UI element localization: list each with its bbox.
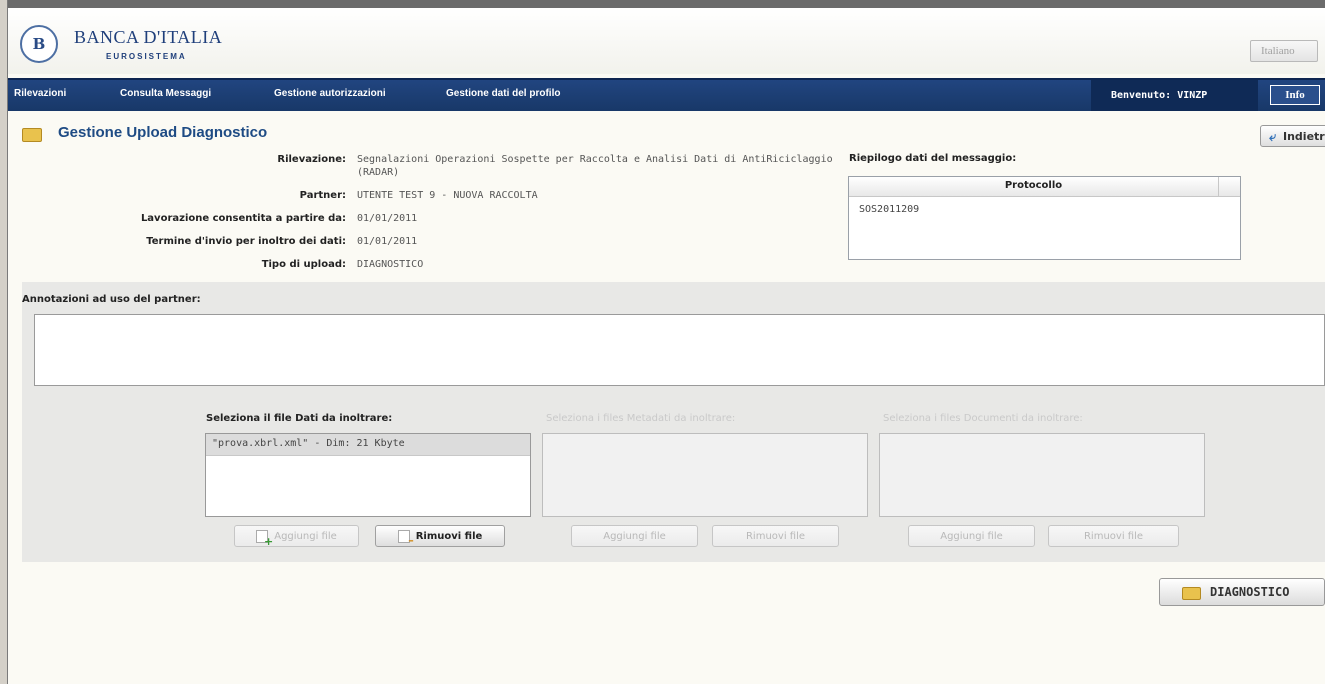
column-separator	[1218, 177, 1219, 196]
dati-add-file-label: Aggiungi file	[274, 530, 337, 542]
termine-label: Termine d'invio per inoltro dei dati:	[146, 236, 346, 247]
tipo-upload-label: Tipo di upload:	[261, 259, 346, 270]
metadati-files-label: Seleziona i files Metadati da inoltrare:	[546, 413, 736, 424]
protocollo-header[interactable]: Protocollo	[849, 177, 1240, 197]
annotazioni-panel: Annotazioni ad uso del partner:	[22, 282, 1325, 395]
dati-file-label: Seleziona il file Dati da inoltrare:	[206, 413, 393, 424]
main-navbar: Rilevazioni Consulta Messaggi Gestione a…	[8, 78, 1325, 111]
window-top-frame	[0, 0, 1325, 8]
bank-name: BANCA D'ITALIA	[74, 27, 223, 47]
dati-file-list[interactable]: "prova.xbrl.xml" - Dim: 21 Kbyte	[205, 433, 531, 517]
lavorazione-label: Lavorazione consentita a partire da:	[140, 213, 346, 224]
dati-file-item[interactable]: "prova.xbrl.xml" - Dim: 21 Kbyte	[206, 434, 530, 456]
tipo-upload-value: DIAGNOSTICO	[357, 259, 424, 270]
dati-remove-file-button[interactable]: Rimuovi file	[375, 525, 505, 547]
page-title: Gestione Upload Diagnostico	[58, 124, 268, 141]
info-button[interactable]: Info	[1270, 85, 1320, 105]
nav-item-gestione-autorizzazioni[interactable]: Gestione autorizzazioni	[274, 88, 386, 99]
rilevazione-value: Segnalazioni Operazioni Sospette per Rac…	[357, 154, 833, 165]
documenti-remove-file-label: Rimuovi file	[1083, 530, 1144, 542]
metadati-file-list	[542, 433, 868, 517]
nav-item-consulta-messaggi[interactable]: Consulta Messaggi	[120, 88, 211, 99]
riepilogo-label: Riepilogo dati del messaggio:	[849, 153, 1017, 164]
documenti-add-file-label: Aggiungi file	[940, 530, 1003, 542]
dati-add-file-button: Aggiungi file	[234, 525, 359, 548]
lavorazione-value: 01/01/2011	[357, 213, 418, 224]
protocollo-column-label: Protocollo	[1004, 180, 1063, 191]
diagnostico-button[interactable]: DIAGNOSTICO	[1159, 578, 1325, 606]
partner-value: UTENTE TEST 9 - NUOVA RACCOLTA	[357, 190, 538, 201]
documenti-add-file-button: Aggiungi file	[908, 525, 1035, 547]
protocollo-cell[interactable]: SOS2011209	[859, 204, 919, 215]
remove-file-icon	[397, 529, 414, 547]
welcome-user: VINZP	[1177, 90, 1208, 101]
documenti-files-label: Seleziona i files Documenti da inoltrare…	[883, 413, 1083, 424]
dati-remove-file-label: Rimuovi file	[415, 530, 483, 542]
metadati-remove-file-label: Rimuovi file	[745, 530, 806, 542]
metadati-add-file-button: Aggiungi file	[571, 525, 698, 547]
bank-logo-seal: B	[20, 25, 58, 63]
site-header: B BANCA D'ITALIA EUROSISTEMA Italiano	[8, 8, 1325, 74]
annotazioni-textarea[interactable]	[34, 314, 1325, 386]
nav-item-gestione-dati-profilo[interactable]: Gestione dati del profilo	[446, 88, 560, 99]
diagnostico-label: DIAGNOSTICO	[1210, 585, 1290, 599]
back-arrow-icon: ⤶	[1269, 130, 1277, 145]
termine-value: 01/01/2011	[357, 236, 418, 247]
back-button-label: Indietro	[1283, 129, 1325, 143]
protocollo-table: Protocollo SOS2011209	[848, 176, 1241, 260]
back-button[interactable]: ⤶ Indietro	[1260, 125, 1325, 147]
envelope-upload-icon	[22, 128, 42, 142]
rilevazione-label: Rilevazione:	[277, 154, 346, 165]
upload-panel: Seleziona il file Dati da inoltrare: Sel…	[22, 395, 1325, 562]
nav-item-rilevazioni[interactable]: Rilevazioni	[14, 88, 66, 99]
metadati-remove-file-button: Rimuovi file	[712, 525, 839, 547]
rilevazione-value-line2: (RADAR)	[357, 167, 400, 178]
add-file-icon	[256, 529, 273, 548]
welcome-label: Benvenuto:	[1111, 90, 1172, 101]
language-button[interactable]: Italiano	[1250, 40, 1318, 62]
documenti-remove-file-button: Rimuovi file	[1048, 525, 1179, 547]
metadati-add-file-label: Aggiungi file	[603, 530, 666, 542]
annotazioni-label: Annotazioni ad uso del partner:	[22, 294, 201, 305]
partner-label: Partner:	[299, 190, 346, 201]
window-left-frame	[0, 0, 8, 684]
envelope-upload-icon	[1182, 587, 1201, 600]
welcome-text: Benvenuto: VINZP	[1111, 90, 1207, 101]
documenti-file-list	[879, 433, 1205, 517]
bank-subtitle: EUROSISTEMA	[106, 52, 187, 61]
welcome-box: Benvenuto: VINZP	[1091, 80, 1258, 111]
